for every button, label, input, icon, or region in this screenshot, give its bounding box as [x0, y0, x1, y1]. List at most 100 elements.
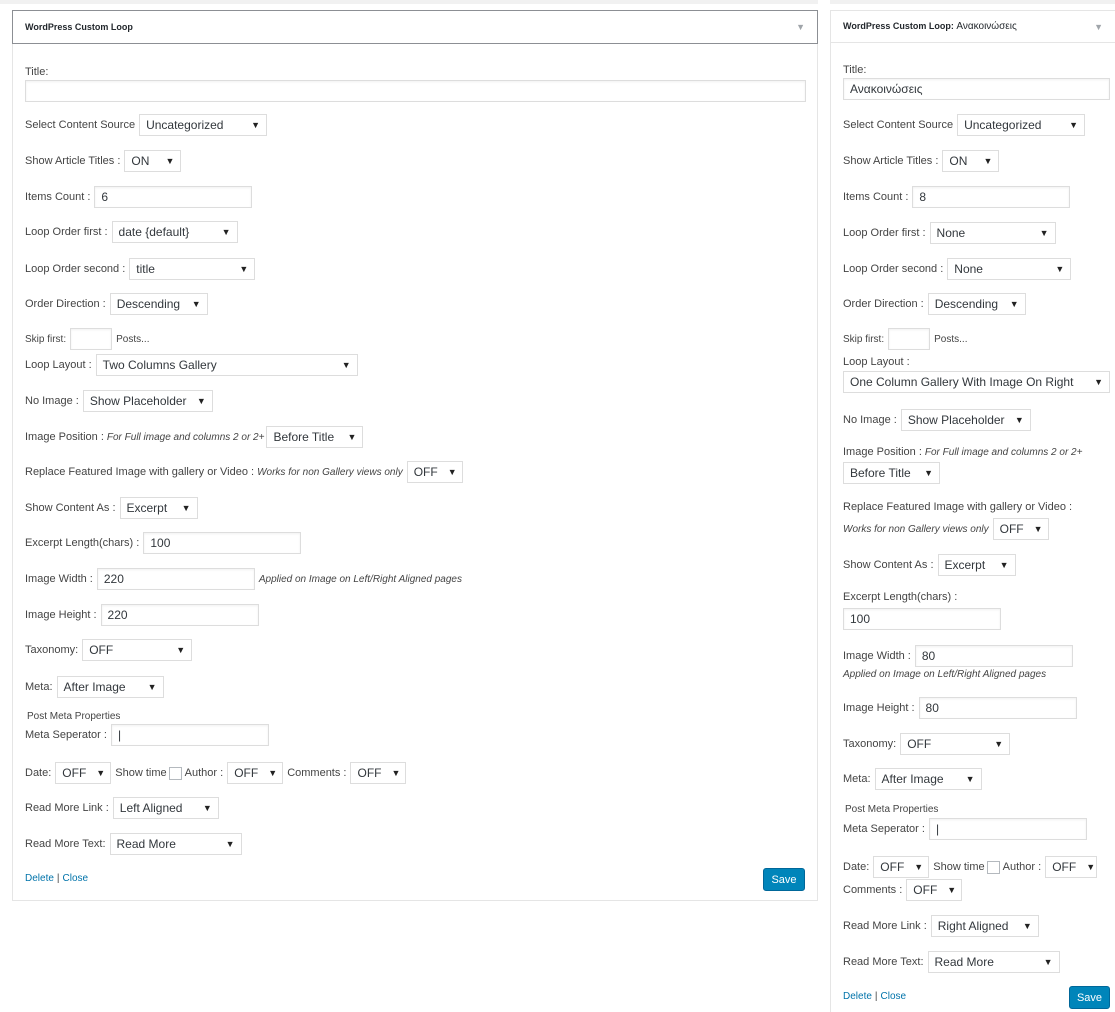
- date-label: Date:: [25, 767, 52, 779]
- author-value: OFF: [1052, 860, 1077, 874]
- show-titles-select[interactable]: ON ▼: [124, 150, 182, 172]
- order-direction-select[interactable]: Descending ▼: [927, 293, 1026, 315]
- title-input[interactable]: Ανακοινώσεις: [843, 78, 1110, 100]
- comments-select[interactable]: OFF ▼: [906, 879, 963, 901]
- read-more-link-select[interactable]: Right Aligned ▼: [930, 915, 1039, 937]
- caret-down-icon: ▼: [994, 739, 1004, 749]
- read-more-text-select[interactable]: Read More ▼: [109, 833, 242, 855]
- meta-value: After Image: [881, 772, 944, 786]
- order-first-select[interactable]: date {default} ▼: [111, 221, 238, 243]
- replace-featured-select[interactable]: OFF ▼: [992, 518, 1049, 540]
- loop-layout-value: Two Columns Gallery: [102, 358, 217, 372]
- image-height-input[interactable]: 80: [918, 697, 1077, 719]
- title-input[interactable]: [25, 80, 806, 102]
- read-more-text-value: Read More: [934, 955, 994, 969]
- author-select[interactable]: OFF ▼: [227, 762, 284, 784]
- comments-value: OFF: [357, 766, 382, 780]
- close-link[interactable]: Close: [881, 991, 907, 1002]
- image-height-input[interactable]: 220: [100, 604, 259, 626]
- caret-down-icon: ▼: [268, 768, 278, 778]
- taxonomy-select[interactable]: OFF ▼: [82, 639, 193, 661]
- show-titles-select[interactable]: ON ▼: [942, 150, 1000, 172]
- triangle-down-icon[interactable]: ▼: [1094, 22, 1103, 32]
- order-second-select[interactable]: None ▼: [947, 258, 1072, 280]
- no-image-select[interactable]: Show Placeholder ▼: [900, 409, 1031, 431]
- title-label: Title:: [25, 66, 49, 78]
- author-value: OFF: [234, 766, 259, 780]
- show-content-select[interactable]: Excerpt ▼: [119, 497, 198, 519]
- widget-header[interactable]: WordPress Custom Loop: Ανακοινώσεις ▼: [831, 11, 1115, 43]
- comments-select[interactable]: OFF ▼: [350, 762, 407, 784]
- meta-separator-input[interactable]: |: [928, 818, 1087, 840]
- meta-separator-input[interactable]: |: [110, 724, 269, 746]
- read-more-link-select[interactable]: Left Aligned ▼: [112, 797, 219, 819]
- show-titles-value: ON: [131, 154, 150, 168]
- items-count-input[interactable]: 6: [94, 186, 253, 208]
- caret-down-icon: ▼: [221, 227, 231, 237]
- caret-down-icon: ▼: [202, 803, 212, 813]
- read-more-text-select[interactable]: Read More ▼: [927, 951, 1060, 973]
- image-width-input[interactable]: 80: [914, 645, 1073, 667]
- order-second-select[interactable]: title ▼: [129, 258, 256, 280]
- order-direction-select[interactable]: Descending ▼: [109, 293, 208, 315]
- meta-select[interactable]: After Image ▼: [56, 676, 164, 698]
- author-label: Author :: [184, 767, 224, 779]
- comments-label: Comments :: [843, 884, 903, 896]
- caret-down-icon: ▼: [924, 468, 933, 478]
- taxonomy-value: OFF: [89, 643, 114, 657]
- show-content-select[interactable]: Excerpt ▼: [937, 554, 1016, 576]
- excerpt-length-input[interactable]: 100: [143, 532, 302, 554]
- author-select[interactable]: OFF ▼: [1045, 856, 1098, 878]
- loop-layout-label: Loop Layout :: [25, 359, 92, 371]
- caret-down-icon: ▼: [1094, 377, 1103, 387]
- caret-down-icon: ▼: [347, 432, 357, 442]
- image-width-label: Image Width :: [843, 650, 911, 662]
- date-select[interactable]: OFF ▼: [55, 762, 112, 784]
- widget-title: WordPress Custom Loop: Ανακοινώσεις: [843, 21, 1017, 32]
- show-time-checkbox[interactable]: [168, 766, 182, 780]
- image-width-input[interactable]: 220: [96, 568, 255, 590]
- image-position-select[interactable]: Before Title ▼: [266, 426, 364, 448]
- replace-featured-label: Replace Featured Image with gallery or V…: [25, 466, 255, 478]
- no-image-label: No Image :: [843, 414, 897, 426]
- no-image-select[interactable]: Show Placeholder ▼: [82, 390, 213, 412]
- comments-label: Comments :: [287, 767, 347, 779]
- delete-link[interactable]: Delete: [843, 991, 872, 1002]
- read-more-text-value: Read More: [116, 837, 176, 851]
- order-direction-label: Order Direction :: [843, 298, 924, 310]
- save-button[interactable]: Save: [763, 868, 805, 891]
- widget-header[interactable]: WordPress Custom Loop ▼: [12, 10, 818, 44]
- taxonomy-value: OFF: [907, 737, 932, 751]
- show-time-checkbox[interactable]: [986, 860, 1000, 874]
- close-link[interactable]: Close: [63, 873, 89, 884]
- triangle-down-icon[interactable]: ▼: [796, 22, 805, 32]
- items-count-label: Items Count :: [25, 191, 91, 203]
- caret-down-icon: ▼: [225, 839, 235, 849]
- order-first-select[interactable]: None ▼: [929, 222, 1056, 244]
- date-select[interactable]: OFF ▼: [873, 856, 930, 878]
- content-source-select[interactable]: Uncategorized ▼: [957, 114, 1086, 136]
- items-count-input[interactable]: 8: [912, 186, 1071, 208]
- content-source-select[interactable]: Uncategorized ▼: [139, 114, 268, 136]
- replace-featured-value: OFF: [999, 522, 1024, 536]
- skip-first-input[interactable]: [70, 328, 113, 350]
- caret-down-icon: ▼: [176, 645, 186, 655]
- save-button[interactable]: Save: [1069, 986, 1110, 1009]
- caret-down-icon: ▼: [96, 768, 106, 778]
- skip-first-input[interactable]: [888, 328, 931, 350]
- meta-select[interactable]: After Image ▼: [874, 768, 982, 790]
- caret-down-icon: ▼: [391, 768, 401, 778]
- image-width-note: Applied on Image on Left/Right Aligned p…: [843, 669, 1047, 680]
- meta-separator-label: Meta Seperator :: [843, 823, 925, 835]
- image-position-select[interactable]: Before Title ▼: [843, 462, 940, 484]
- date-value: OFF: [62, 766, 87, 780]
- caret-down-icon: ▼: [196, 396, 206, 406]
- delete-link[interactable]: Delete: [25, 873, 54, 884]
- loop-layout-select[interactable]: Two Columns Gallery ▼: [95, 354, 358, 376]
- link-separator: |: [56, 873, 60, 884]
- order-first-value: date {default}: [118, 225, 190, 239]
- taxonomy-select[interactable]: OFF ▼: [900, 733, 1011, 755]
- loop-layout-select[interactable]: One Column Gallery With Image On Right ▼: [843, 371, 1110, 393]
- replace-featured-select[interactable]: OFF ▼: [406, 461, 463, 483]
- excerpt-length-input[interactable]: 100: [843, 608, 1001, 630]
